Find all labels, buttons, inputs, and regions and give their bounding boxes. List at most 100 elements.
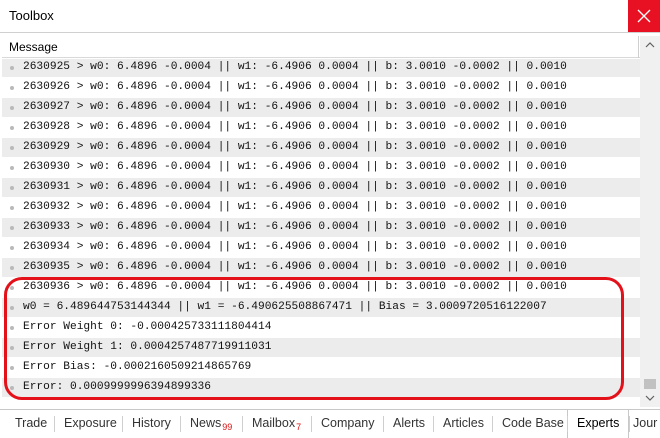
bullet-icon <box>10 386 14 390</box>
column-header-message[interactable]: Message <box>2 36 640 58</box>
tab-exposure[interactable]: Exposure <box>64 416 117 434</box>
list-item[interactable]: 2630930 > w0: 6.4896 -0.0004 || w1: -6.4… <box>2 158 640 178</box>
tab-divider <box>242 416 243 432</box>
column-header-label: Message <box>9 40 58 54</box>
message-text: w0 = 6.489644753144344 || w1 = -6.490625… <box>23 301 547 313</box>
tab-articles[interactable]: Articles <box>443 416 484 434</box>
tab-label: Mailbox <box>252 416 296 430</box>
tab-company[interactable]: Company <box>321 416 375 434</box>
column-divider <box>638 36 639 58</box>
bullet-icon <box>10 86 14 90</box>
tab-bar: Trade Exposure History News99 Mailbox7 Compan… <box>0 409 660 438</box>
scroll-up-button[interactable] <box>640 36 660 54</box>
bullet-icon <box>10 66 14 70</box>
message-text: 2630928 > w0: 6.4896 -0.0004 || w1: -6.4… <box>23 121 567 133</box>
message-text: 2630936 > w0: 6.4896 -0.0004 || w1: -6.4… <box>23 281 567 293</box>
bullet-icon <box>10 226 14 230</box>
bullet-icon <box>10 146 14 150</box>
arrow-up-icon <box>645 42 655 48</box>
vertical-scrollbar[interactable] <box>640 36 660 407</box>
tab-experts[interactable]: Experts <box>567 410 629 438</box>
list-item[interactable]: 2630928 > w0: 6.4896 -0.0004 || w1: -6.4… <box>2 118 640 138</box>
tab-divider <box>492 416 493 432</box>
close-button[interactable] <box>628 0 660 32</box>
list-item[interactable]: Error: 0.0009999996394899336 <box>2 378 640 398</box>
tab-label: Articles <box>443 416 484 430</box>
message-text: 2630935 > w0: 6.4896 -0.0004 || w1: -6.4… <box>23 261 567 273</box>
bullet-icon <box>10 326 14 330</box>
tab-divider <box>629 416 630 432</box>
tab-divider <box>54 416 55 432</box>
tab-divider <box>433 416 434 432</box>
tab-label: Trade <box>15 416 48 430</box>
list-item[interactable]: 2630933 > w0: 6.4896 -0.0004 || w1: -6.4… <box>2 218 640 238</box>
bullet-icon <box>10 246 14 250</box>
tab-news[interactable]: News99 <box>190 416 232 434</box>
message-text: 2630930 > w0: 6.4896 -0.0004 || w1: -6.4… <box>23 161 567 173</box>
bullet-icon <box>10 106 14 110</box>
list-item[interactable]: 2630926 > w0: 6.4896 -0.0004 || w1: -6.4… <box>2 78 640 98</box>
scroll-down-button[interactable] <box>640 389 660 407</box>
title-bar: Toolbox <box>0 0 660 32</box>
list-item[interactable]: 2630935 > w0: 6.4896 -0.0004 || w1: -6.4… <box>2 258 640 278</box>
list-item[interactable]: 2630934 > w0: 6.4896 -0.0004 || w1: -6.4… <box>2 238 640 258</box>
bullet-icon <box>10 366 14 370</box>
tab-label: Company <box>321 416 375 430</box>
bullet-icon <box>10 346 14 350</box>
tab-label: Alerts <box>393 416 425 430</box>
count-badge: 99 <box>222 422 233 432</box>
message-text: 2630931 > w0: 6.4896 -0.0004 || w1: -6.4… <box>23 181 567 193</box>
list-item[interactable]: Error Weight 1: 0.0004257487719911031 <box>2 338 640 358</box>
tab-alerts[interactable]: Alerts <box>393 416 425 434</box>
list-item[interactable]: 2630932 > w0: 6.4896 -0.0004 || w1: -6.4… <box>2 198 640 218</box>
list-item[interactable]: Error Weight 0: -0.000425733111804414 <box>2 318 640 338</box>
list-item[interactable]: 2630931 > w0: 6.4896 -0.0004 || w1: -6.4… <box>2 178 640 198</box>
tab-divider <box>122 416 123 432</box>
bullet-icon <box>10 186 14 190</box>
close-icon <box>637 9 651 23</box>
tab-divider <box>311 416 312 432</box>
message-text: Error: 0.0009999996394899336 <box>23 381 211 393</box>
message-text: Error Weight 1: 0.0004257487719911031 <box>23 341 272 353</box>
bullet-icon <box>10 266 14 270</box>
tab-divider <box>180 416 181 432</box>
window-title: Toolbox <box>9 8 54 23</box>
message-text: 2630925 > w0: 6.4896 -0.0004 || w1: -6.4… <box>23 61 567 73</box>
tab-code-base[interactable]: Code Base <box>502 416 564 434</box>
list-item[interactable]: Error Bias: -0.0002160509214865769 <box>2 358 640 378</box>
tab-label: Experts <box>577 416 620 430</box>
message-text: Error Weight 0: -0.000425733111804414 <box>23 321 272 333</box>
bullet-icon <box>10 206 14 210</box>
message-text: 2630929 > w0: 6.4896 -0.0004 || w1: -6.4… <box>23 141 567 153</box>
bullet-icon <box>10 286 14 290</box>
list-item[interactable]: 2630936 > w0: 6.4896 -0.0004 || w1: -6.4… <box>2 278 640 298</box>
tab-label: History <box>132 416 171 430</box>
message-text: 2630932 > w0: 6.4896 -0.0004 || w1: -6.4… <box>23 201 567 213</box>
count-badge: 7 <box>296 422 302 432</box>
tab-jour[interactable]: Jour <box>633 416 657 434</box>
tab-history[interactable]: History <box>132 416 171 434</box>
arrow-down-icon <box>645 395 655 401</box>
tab-mailbox[interactable]: Mailbox7 <box>252 416 301 434</box>
bullet-icon <box>10 306 14 310</box>
tab-label: News <box>190 416 222 430</box>
tab-label: Exposure <box>64 416 117 430</box>
list-item[interactable]: w0 = 6.489644753144344 || w1 = -6.490625… <box>2 298 640 318</box>
tab-divider <box>383 416 384 432</box>
message-text: 2630933 > w0: 6.4896 -0.0004 || w1: -6.4… <box>23 221 567 233</box>
message-text: Error Bias: -0.0002160509214865769 <box>23 361 252 373</box>
tab-divider <box>567 416 568 432</box>
message-text: 2630926 > w0: 6.4896 -0.0004 || w1: -6.4… <box>23 81 567 93</box>
message-list[interactable]: 2630925 > w0: 6.4896 -0.0004 || w1: -6.4… <box>2 59 640 401</box>
message-text: 2630934 > w0: 6.4896 -0.0004 || w1: -6.4… <box>23 241 567 253</box>
list-item[interactable]: 2630927 > w0: 6.4896 -0.0004 || w1: -6.4… <box>2 98 640 118</box>
scroll-thumb[interactable] <box>644 379 656 389</box>
bullet-icon <box>10 166 14 170</box>
list-item[interactable]: 2630929 > w0: 6.4896 -0.0004 || w1: -6.4… <box>2 138 640 158</box>
list-item[interactable]: 2630925 > w0: 6.4896 -0.0004 || w1: -6.4… <box>2 59 640 78</box>
tab-label: Jour <box>633 416 658 430</box>
tab-label: Code Base <box>502 416 564 430</box>
bullet-icon <box>10 126 14 130</box>
tab-trade[interactable]: Trade <box>15 416 47 434</box>
message-text: 2630927 > w0: 6.4896 -0.0004 || w1: -6.4… <box>23 101 567 113</box>
